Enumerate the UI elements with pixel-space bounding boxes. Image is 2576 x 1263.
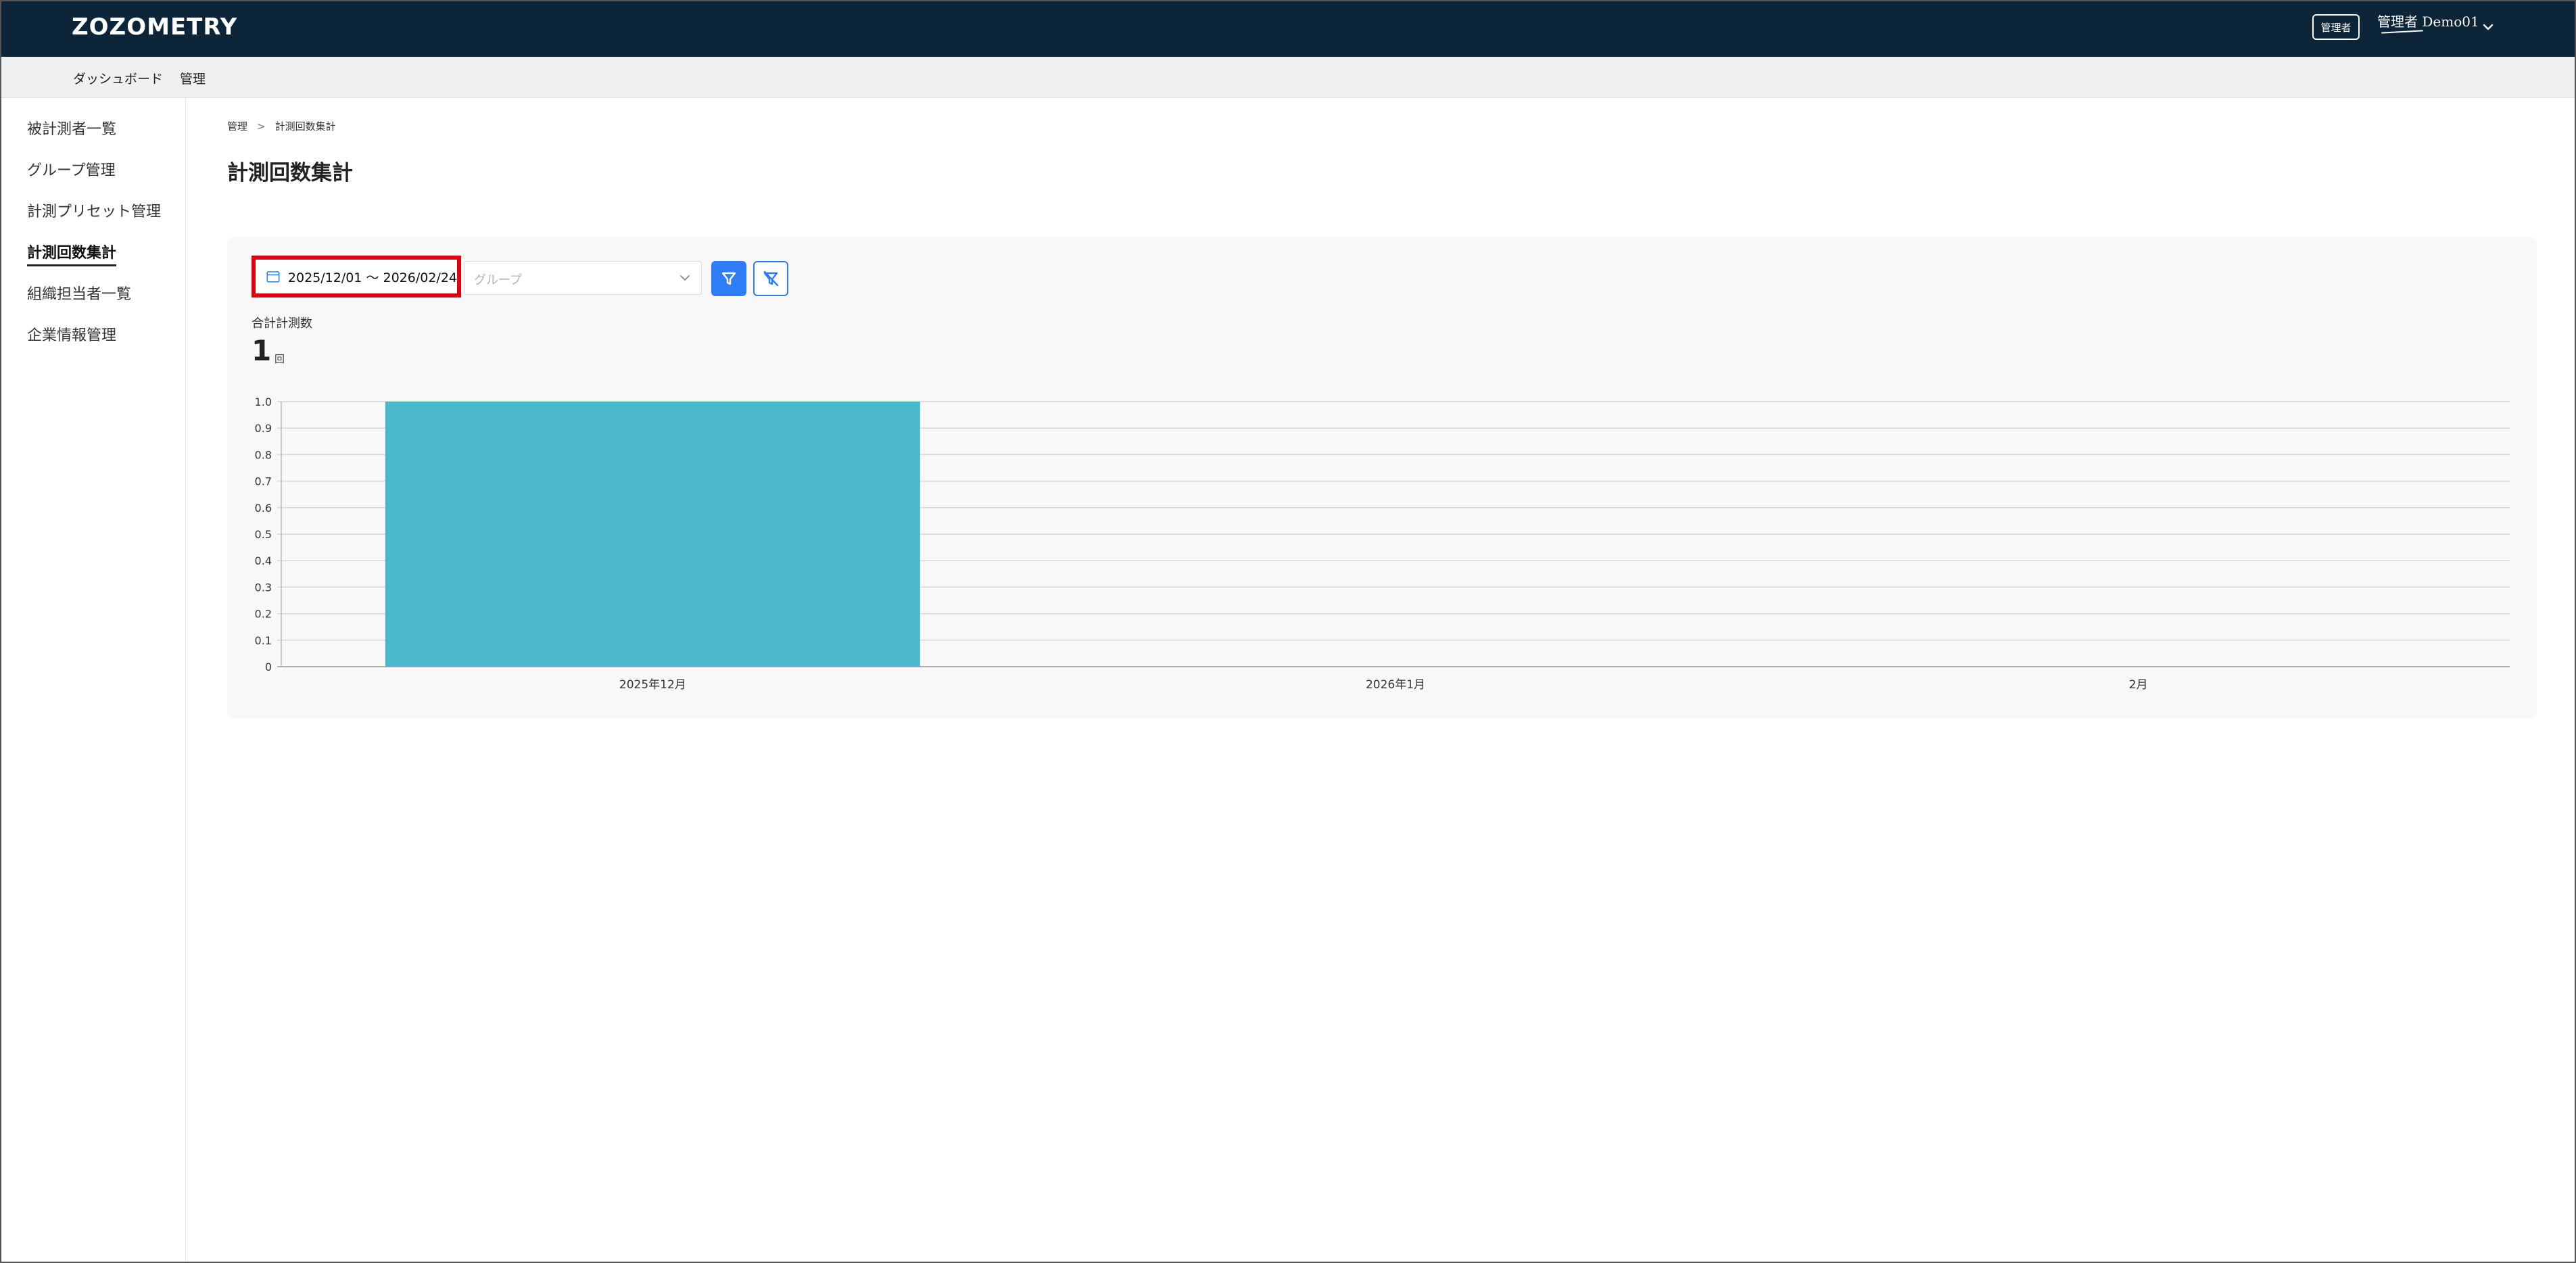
user-name[interactable]: 管理者 Demo01 xyxy=(2377,11,2479,30)
breadcrumb-current: 計測回数集計 xyxy=(275,120,336,133)
y-tick-label: 0.1 xyxy=(255,634,272,647)
filter-clear-icon xyxy=(763,270,779,287)
total-count-label: 合計計測数 xyxy=(252,316,312,331)
role-badge: 管理者 xyxy=(2312,14,2360,40)
y-tick-label: 0.8 xyxy=(255,448,272,461)
clear-filter-button[interactable] xyxy=(753,261,788,296)
app-logo[interactable]: ZOZOMETRY xyxy=(72,14,237,41)
y-tick-label: 0.9 xyxy=(255,422,272,435)
date-range-value: 2025/12/01 〜 2026/02/24 xyxy=(287,270,457,285)
y-tick-label: 0.3 xyxy=(255,581,272,594)
user-menu-chevron-down-icon[interactable] xyxy=(2479,18,2498,37)
x-tick-label: 2026年1月 xyxy=(1366,678,1425,692)
chevron-down-icon xyxy=(680,275,690,281)
breadcrumb: 管理 > 計測回数集計 xyxy=(227,119,336,133)
apply-filter-button[interactable] xyxy=(711,261,746,296)
page-title: 計測回数集計 xyxy=(227,161,353,185)
sidebar-item-subjects[interactable]: 被計測者一覧 xyxy=(27,117,116,139)
y-tick-label: 0.5 xyxy=(255,528,272,541)
x-tick-label: 2025年12月 xyxy=(619,678,686,692)
y-tick-label: 0 xyxy=(265,661,272,673)
y-tick-label: 1.0 xyxy=(255,396,272,408)
y-tick-label: 0.2 xyxy=(255,608,272,621)
user-signature-underline xyxy=(2381,30,2424,34)
subnav-dashboard-link[interactable]: ダッシュボード xyxy=(73,69,163,87)
breadcrumb-separator-icon: > xyxy=(257,120,266,133)
calendar-icon xyxy=(266,271,280,283)
chart-bar xyxy=(385,402,920,667)
sidebar-item-staff[interactable]: 組織担当者一覧 xyxy=(27,282,131,304)
filter-icon xyxy=(721,272,736,285)
y-tick-label: 0.7 xyxy=(255,475,272,488)
sidebar-item-presets[interactable]: 計測プリセット管理 xyxy=(27,199,161,221)
total-count-unit: 回 xyxy=(275,353,285,365)
date-range-picker[interactable]: 2025/12/01 〜 2026/02/24 xyxy=(252,256,461,297)
sidebar: 被計測者一覧 グループ管理 計測プリセット管理 計測回数集計 組織担当者一覧 企… xyxy=(1,98,186,1262)
group-select-placeholder: グループ xyxy=(474,273,522,287)
y-tick-label: 0.6 xyxy=(255,502,272,515)
x-tick-label: 2月 xyxy=(2129,678,2148,692)
top-header: ZOZOMETRY 管理者 管理者 Demo01 xyxy=(1,1,2575,57)
sidebar-item-measurement-count[interactable]: 計測回数集計 xyxy=(27,241,117,266)
measurement-count-chart: 0 0.1 0.2 0.3 0.4 0.5 0.6 0.7 0.8 0.9 1.0 2025年12月 2… xyxy=(255,396,2510,692)
total-count-value: 1 xyxy=(252,334,272,367)
sidebar-item-company[interactable]: 企業情報管理 xyxy=(27,323,116,345)
sub-navigation: ダッシュボード 管理 xyxy=(1,57,2575,98)
sidebar-item-groups[interactable]: グループ管理 xyxy=(27,158,116,180)
subnav-admin-link[interactable]: 管理 xyxy=(180,69,206,87)
group-select[interactable]: グループ xyxy=(464,261,702,295)
y-tick-label: 0.4 xyxy=(255,554,272,567)
breadcrumb-admin[interactable]: 管理 xyxy=(227,120,247,133)
